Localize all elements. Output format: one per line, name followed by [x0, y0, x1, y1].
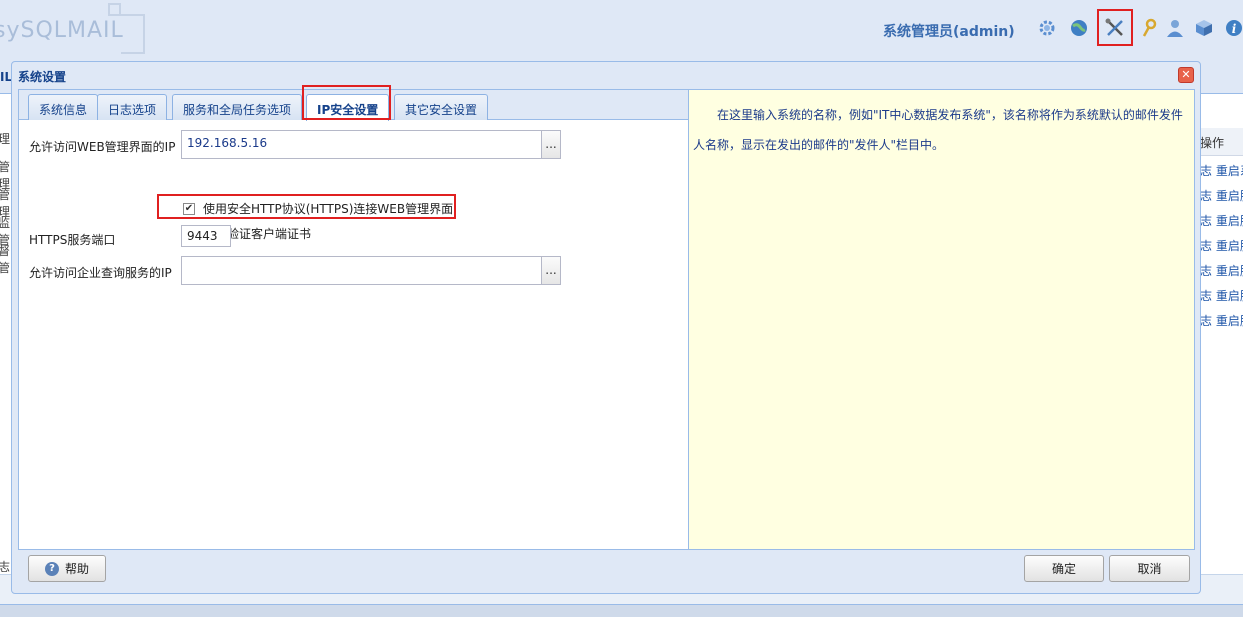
svg-text:i: i — [1232, 22, 1237, 36]
close-icon[interactable]: ✕ — [1178, 67, 1194, 83]
dialog-title: 系统设置 — [18, 70, 67, 84]
tab-service-options[interactable]: 服务和全局任务选项 — [172, 94, 303, 120]
bg-grid-row[interactable]: 志 重启系 — [1200, 156, 1243, 181]
logo-decoration — [121, 14, 145, 54]
bg-grid-row[interactable]: 志 重启服 — [1200, 281, 1243, 306]
tab-log-options[interactable]: 日志选项 — [97, 94, 168, 120]
bg-grid-header: 操作 — [1200, 128, 1243, 156]
box-icon[interactable] — [1192, 16, 1216, 40]
info-icon[interactable]: i — [1222, 16, 1243, 40]
bg-grid-row[interactable]: 志 重启服 — [1200, 181, 1243, 206]
user-icon[interactable] — [1163, 16, 1187, 40]
query-ip-picker-button[interactable]: ... — [541, 256, 561, 285]
settings-form-panel: 系统信息 日志选项 服务和全局任务选项 IP安全设置 其它安全设置 允许访问WE… — [18, 85, 689, 550]
web-ip-input[interactable]: 192.168.5.16 — [181, 130, 542, 159]
gear-icon[interactable] — [1035, 16, 1059, 40]
tab-system-info[interactable]: 系统信息 — [28, 94, 99, 120]
https-port-label: HTTPS服务端口 — [29, 233, 116, 247]
settings-dialog: 系统设置 ✕ 系统信息 日志选项 服务和全局任务选项 IP安全设置 其它安全设置… — [11, 61, 1201, 594]
admin-label[interactable]: 系统管理员(admin) — [883, 21, 1015, 41]
dialog-footer: ? 帮助 确定 取消 — [18, 550, 1195, 588]
tab-other-security[interactable]: 其它安全设置 — [394, 94, 489, 120]
background-bottom-bar — [0, 604, 1243, 617]
help-text: 在这里输入系统的名称，例如"IT中心数据发布系统"，该名称将作为系统默认的邮件发… — [693, 108, 1183, 152]
web-ip-label: 允许访问WEB管理界面的IP — [29, 140, 176, 154]
tab-bar: 系统信息 日志选项 服务和全局任务选项 IP安全设置 其它安全设置 — [19, 85, 688, 121]
logo-decoration — [108, 3, 121, 16]
checkbox-highlight-box — [157, 194, 456, 219]
tab-label: 日志选项 — [108, 103, 157, 117]
tab-highlight-box — [302, 85, 391, 120]
globe-icon[interactable] — [1067, 16, 1091, 40]
cancel-button-label: 取消 — [1137, 562, 1162, 576]
bg-fragment: 志 — [0, 560, 11, 574]
key-icon[interactable] — [1137, 16, 1161, 40]
cancel-button[interactable]: 取消 — [1109, 555, 1190, 582]
help-button-label: 帮助 — [64, 562, 89, 576]
web-ip-picker-button[interactable]: ... — [541, 130, 561, 159]
query-ip-input[interactable] — [181, 256, 542, 285]
app-header: sySQLMAIL 系统管理员(admin) i — [0, 0, 1243, 62]
bg-grid-row[interactable]: 志 重启服 — [1200, 306, 1243, 331]
bg-grid-row[interactable]: 志 重启服 — [1200, 206, 1243, 231]
tab-label: 系统信息 — [39, 103, 88, 117]
background-grid: 操作 志 重启系 志 重启服 志 重启服 志 重启服 志 重启服 志 重启服 志… — [1200, 94, 1243, 574]
tab-label: 其它安全设置 — [405, 103, 478, 117]
bg-fragment: 理 — [0, 132, 11, 146]
bg-grid-row[interactable]: 志 重启服 — [1200, 231, 1243, 256]
bg-grid-row[interactable]: 志 重启服 — [1200, 256, 1243, 281]
ok-button[interactable]: 确定 — [1024, 555, 1104, 582]
ok-button-label: 确定 — [1051, 562, 1076, 576]
tab-label: 服务和全局任务选项 — [183, 103, 292, 117]
help-panel: 在这里输入系统的名称，例如"IT中心数据发布系统"，该名称将作为系统默认的邮件发… — [688, 89, 1195, 550]
https-port-input[interactable]: 9443 — [181, 225, 231, 247]
help-button[interactable]: ? 帮助 — [28, 555, 106, 582]
tools-icon[interactable] — [1097, 9, 1133, 46]
app-logo: sySQLMAIL — [0, 18, 124, 43]
help-icon: ? — [44, 561, 59, 576]
query-ip-label: 允许访问企业查询服务的IP — [29, 266, 172, 280]
bg-fragment: 督管 — [0, 244, 11, 275]
